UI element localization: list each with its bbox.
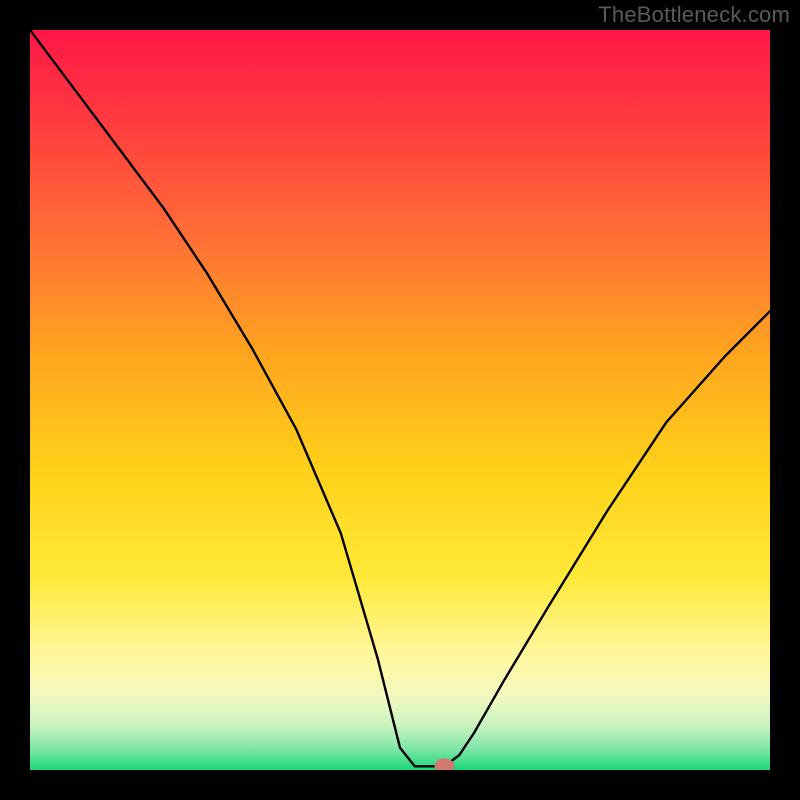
bottleneck-chart	[30, 30, 770, 770]
plot-area	[30, 30, 770, 770]
gradient-background	[30, 30, 770, 770]
chart-frame: TheBottleneck.com	[0, 0, 800, 800]
watermark-text: TheBottleneck.com	[598, 2, 790, 28]
